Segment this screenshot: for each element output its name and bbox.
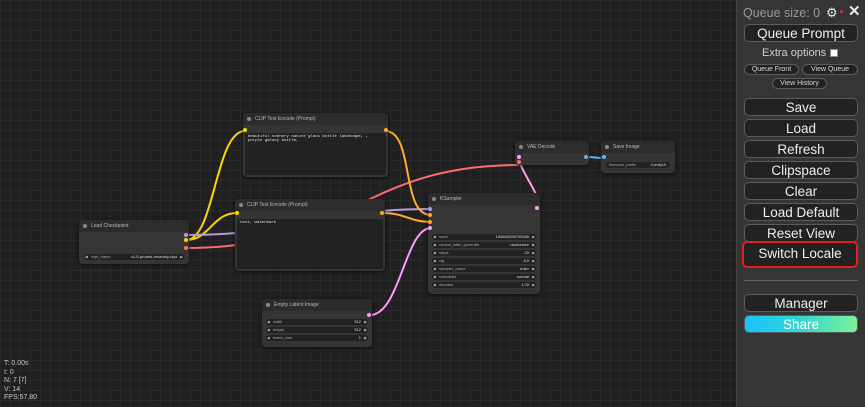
denoise-widget[interactable]: ◀ denoise 1.00 ▶: [432, 282, 536, 288]
save-button[interactable]: Save: [744, 98, 858, 116]
model-input-slot[interactable]: [428, 207, 432, 211]
vae-output-slot[interactable]: [184, 246, 188, 250]
cfg-widget[interactable]: ◀ cfg 8.0 ▶: [432, 258, 536, 264]
positive-input-slot[interactable]: [428, 213, 432, 217]
extra-options-label: Extra options: [762, 47, 827, 59]
gear-icon[interactable]: ⚙: [826, 5, 838, 21]
node-title: CLIP Text Encode (Prompt): [243, 113, 388, 125]
clip-input-slot[interactable]: [243, 128, 247, 132]
steps-widget[interactable]: ◀ steps 20 ▶: [432, 250, 536, 256]
menu-panel: Queue size: 0 ⚙ ✕ Queue Prompt Extra opt…: [736, 0, 865, 407]
batch-size-widget[interactable]: ◀ batch_size 1 ▶: [266, 335, 368, 341]
height-widget[interactable]: ◀ height 512 ▶: [266, 327, 368, 333]
clip-input-slot[interactable]: [235, 211, 239, 215]
vae-input-slot[interactable]: [517, 160, 521, 164]
extra-options-checkbox[interactable]: [830, 49, 838, 57]
node-title: VAE Decode: [515, 141, 589, 153]
queue-front-button[interactable]: Queue Front: [744, 64, 799, 75]
vae-decode-node[interactable]: VAE Decode: [515, 141, 589, 165]
view-queue-button[interactable]: View Queue: [802, 64, 858, 75]
stat-time: T: 0.00s: [4, 360, 29, 367]
stat-v: V: 14: [4, 385, 21, 393]
notification-dot: [840, 10, 843, 13]
stat-nodes: N: 7 [7]: [4, 377, 27, 385]
conditioning-output-slot[interactable]: [384, 128, 388, 132]
clear-button[interactable]: Clear: [744, 182, 858, 200]
node-title: Empty Latent Image: [262, 299, 372, 311]
queue-size-label: Queue size: 0: [743, 6, 821, 20]
node-title: CLIP Text Encode (Prompt): [235, 199, 385, 211]
ckpt-name-combo[interactable]: ◀ ckpt_name v1-5-pruned-emaonly.ckpt ▶: [84, 254, 184, 260]
view-history-button[interactable]: View History: [772, 78, 827, 89]
clip-text-encode-positive-node[interactable]: CLIP Text Encode (Prompt) beautiful scen…: [243, 113, 388, 177]
reset-view-button[interactable]: Reset View: [744, 224, 858, 242]
latent-input-slot[interactable]: [428, 226, 432, 230]
manager-button[interactable]: Manager: [744, 294, 858, 312]
load-default-button[interactable]: Load Default: [744, 203, 858, 221]
share-button[interactable]: Share: [744, 315, 858, 333]
model-output-slot[interactable]: [184, 233, 188, 237]
ksampler-node[interactable]: KSampler ◀ seed 156680208700286 ▶ ◀ control_…: [428, 193, 540, 294]
prompt-textarea[interactable]: text, watermark: [237, 219, 383, 269]
render-stats: T: 0.00s I: 0 N: 7 [7] V: 14 FPS:57.80: [4, 360, 37, 403]
node-title: Load Checkpoint: [79, 220, 189, 232]
samples-input-slot[interactable]: [517, 155, 521, 159]
save-image-node[interactable]: Save Image filename_prefix ComfyUI: [601, 141, 675, 173]
queue-prompt-button[interactable]: Queue Prompt: [744, 24, 858, 42]
load-button[interactable]: Load: [744, 119, 858, 137]
node-title: KSampler: [428, 193, 540, 205]
conditioning-output-slot[interactable]: [380, 211, 384, 215]
wire-negative-ksampler: [382, 212, 432, 223]
latent-output-slot[interactable]: [367, 313, 371, 317]
node-graph-canvas[interactable]: Load Checkpoint ◀ ckpt_name v1-5-pruned-em…: [0, 0, 736, 407]
filename-prefix-widget[interactable]: filename_prefix ComfyUI: [606, 162, 670, 168]
scheduler-widget[interactable]: ◀ scheduler normal ▶: [432, 274, 536, 280]
wire-positive-ksampler: [384, 130, 432, 216]
clip-text-encode-negative-node[interactable]: CLIP Text Encode (Prompt) text, watermar…: [235, 199, 385, 271]
width-widget[interactable]: ◀ width 512 ▶: [266, 319, 368, 325]
refresh-button[interactable]: Refresh: [744, 140, 858, 158]
load-checkpoint-node[interactable]: Load Checkpoint ◀ ckpt_name v1-5-pruned-em…: [79, 220, 189, 264]
images-input-slot[interactable]: [602, 155, 606, 159]
control-after-generate-widget[interactable]: ◀ control_after_generate randomize ▶: [432, 242, 536, 248]
empty-latent-image-node[interactable]: Empty Latent Image ◀ width 512 ▶ ◀ height 512…: [262, 299, 372, 347]
seed-widget[interactable]: ◀ seed 156680208700286 ▶: [432, 234, 536, 240]
switch-locale-button[interactable]: Switch Locale: [742, 241, 858, 268]
negative-input-slot[interactable]: [428, 220, 432, 224]
stat-i: I: 0: [4, 368, 14, 376]
sampler-name-widget[interactable]: ◀ sampler_name euler ▶: [432, 266, 536, 272]
stat-fps: FPS:57.80: [4, 394, 38, 402]
clipspace-button[interactable]: Clipspace: [744, 161, 858, 179]
image-output-slot[interactable]: [584, 155, 588, 159]
divider: [744, 280, 858, 281]
latent-output-slot[interactable]: [535, 206, 539, 210]
close-icon[interactable]: ✕: [848, 2, 861, 20]
node-title: Save Image: [601, 141, 675, 153]
clip-output-slot[interactable]: [184, 238, 188, 242]
prompt-textarea[interactable]: beautiful scenery nature glass bottle la…: [245, 133, 386, 175]
